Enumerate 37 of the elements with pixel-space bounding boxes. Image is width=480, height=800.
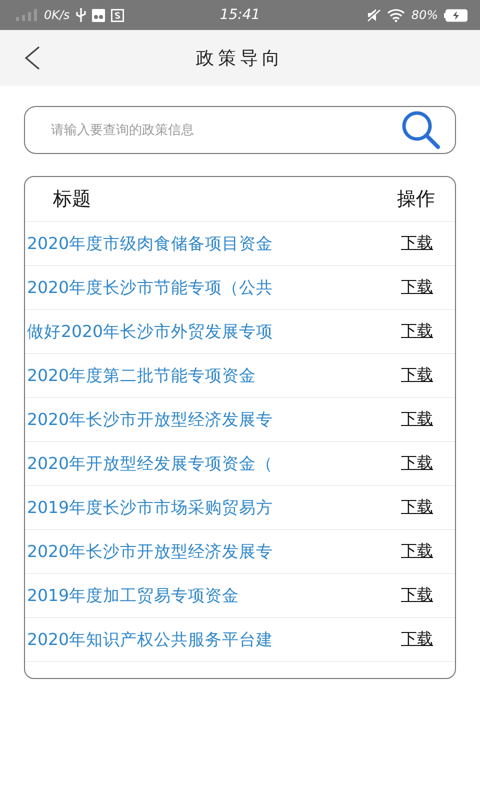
policy-title-link[interactable]: 2020年长沙市开放型经济发展专 (27, 408, 273, 430)
policy-title-link[interactable]: 2020年长沙市开放型经济发展专 (27, 540, 273, 562)
column-header: 操作 (397, 187, 435, 212)
app-icon (110, 8, 124, 22)
back-icon[interactable] (24, 46, 40, 70)
column-header: 标题 (53, 187, 91, 212)
download-link[interactable]: 下载 (401, 585, 433, 606)
policy-title-link[interactable]: 2020年度长沙市节能专项（公共 (27, 276, 273, 298)
download-link[interactable]: 下载 (401, 409, 433, 430)
download-link[interactable]: 下载 (401, 541, 433, 562)
policy-title-link[interactable]: 2019年度长沙市市场采购贸易方 (27, 496, 273, 518)
policy-title-link[interactable]: 2019年度加工贸易专项资金 (27, 584, 239, 606)
mute-icon (367, 8, 382, 22)
policy-title-link[interactable]: 2020年度第二批节能专项资金 (27, 364, 256, 386)
download-link[interactable]: 下载 (401, 629, 433, 650)
download-link[interactable]: 下载 (401, 277, 433, 298)
download-link[interactable]: 下载 (401, 365, 433, 386)
battery-percent: 80% (411, 8, 438, 22)
search-input[interactable]: 请输入要查询的政策信息 (49, 122, 401, 138)
download-link[interactable]: 下载 (401, 321, 433, 342)
policy-title-link[interactable]: 2020年开放型经发展专项资金（ (27, 452, 273, 474)
policy-title-link[interactable]: 做好2020年长沙市外贸发展专项 (27, 320, 273, 342)
search-icon[interactable] (401, 110, 441, 150)
policy-title-link[interactable]: 2020年知识产权公共服务平台建 (27, 628, 273, 650)
network-speed: 0K/s (44, 8, 70, 22)
wifi-icon (387, 8, 406, 22)
usb-icon (76, 8, 86, 22)
signal-icon (16, 9, 38, 21)
policy-title-link[interactable]: 2020年度市级肉食储备项目资金 (27, 232, 273, 254)
page-title: 政策导向 (196, 47, 284, 70)
search-field[interactable]: 请输入要查询的政策信息 (24, 106, 456, 154)
download-link[interactable]: 下载 (401, 453, 433, 474)
battery-charging-icon (444, 8, 468, 22)
download-link[interactable]: 下载 (401, 233, 433, 254)
clock-time: 15:41 (220, 7, 260, 23)
app-icon (92, 8, 105, 22)
download-link[interactable]: 下载 (401, 497, 433, 518)
